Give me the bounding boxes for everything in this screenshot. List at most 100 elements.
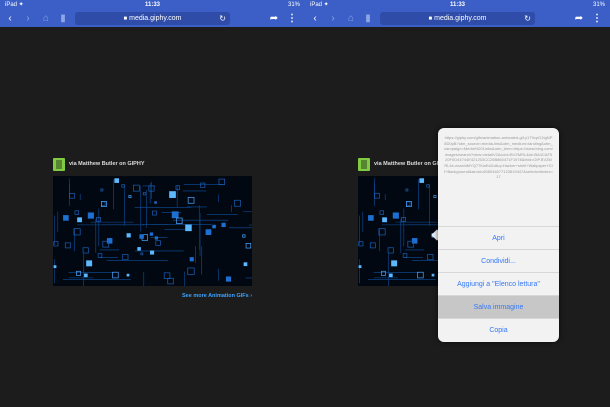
circuit-square: [402, 253, 408, 258]
circuit-square: [121, 184, 125, 188]
share-icon[interactable]: ➦: [573, 12, 585, 25]
circuit-square: [368, 215, 374, 221]
circuit-square: [122, 254, 129, 261]
circuit-square: [167, 277, 174, 285]
circuit-square: [392, 212, 399, 219]
circuit-square: [154, 201, 157, 204]
animated-gif[interactable]: [53, 176, 252, 286]
circuit-square: [382, 217, 387, 223]
home-icon[interactable]: ⌂: [40, 12, 52, 25]
menu-item-copy[interactable]: Copia: [438, 318, 559, 341]
status-bar: iPad ✦ 11:33 31%: [0, 0, 305, 10]
menu-item-open[interactable]: Apri: [438, 226, 559, 249]
menu-item-save-image[interactable]: Salva immagine: [438, 295, 559, 318]
back-arrow-icon[interactable]: ‹: [4, 12, 16, 25]
circuit-square: [379, 210, 384, 215]
bookmark-icon[interactable]: ▮: [57, 12, 69, 25]
menu-item-reading-list[interactable]: Aggiungi a "Elenco lettura": [438, 272, 559, 295]
circuit-square: [218, 178, 225, 186]
circuit-square: [187, 197, 195, 204]
circuit-square: [200, 182, 206, 188]
popup-url-text: https://giphy.com/gifs/animation-animate…: [444, 135, 553, 180]
circuit-square: [369, 242, 376, 249]
circuit-square: [381, 270, 386, 276]
circuit-square: [374, 192, 380, 199]
circuit-square: [212, 224, 216, 229]
circuit-square: [163, 272, 171, 279]
circuit-square: [128, 195, 132, 199]
circuit-square: [389, 273, 393, 278]
browser-toolbar: ‹ › ⌂ ▮ ■ media.giphy.com ↻ ➦ ⋮: [305, 10, 610, 27]
reload-icon[interactable]: ↻: [524, 12, 531, 25]
circuit-square: [149, 232, 154, 236]
share-icon[interactable]: ➦: [268, 12, 280, 25]
left-screenshot: iPad ✦ 11:33 31% ‹ › ⌂ ▮ ■ media.giphy.co…: [0, 0, 305, 407]
circuit-square: [221, 222, 226, 228]
circuit-square: [64, 242, 71, 249]
circuit-square: [245, 242, 252, 249]
circuit-square: [187, 267, 195, 275]
circuit-square: [126, 233, 131, 238]
circuit-square: [140, 252, 144, 256]
circuit-square: [171, 211, 179, 219]
battery-percentage: 31%: [592, 2, 605, 8]
see-more-link[interactable]: See more Animation GIFs ›: [182, 293, 252, 299]
circuit-square: [100, 188, 104, 192]
address-bar[interactable]: ■ media.giphy.com ↻: [75, 12, 230, 25]
status-time: 11:33: [449, 2, 465, 8]
via-attribution[interactable]: via Matthew Butler on GIPHY: [69, 161, 144, 167]
home-icon[interactable]: ⌂: [345, 12, 357, 25]
circuit-square: [101, 201, 106, 206]
reload-icon[interactable]: ↻: [219, 12, 226, 25]
circuit-square: [155, 240, 161, 246]
browser-toolbar: ‹ › ⌂ ▮ ■ media.giphy.com ↻ ➦ ⋮: [0, 10, 305, 27]
address-bar[interactable]: ■ media.giphy.com ↻: [380, 12, 535, 25]
circuit-square: [225, 276, 232, 282]
circuit-square: [87, 212, 94, 219]
circuit-square: [84, 273, 88, 278]
giphy-logo: [53, 158, 65, 171]
right-screenshot: iPad ✦ 11:33 31% ‹ › ⌂ ▮ ■ media.giphy.co…: [305, 0, 610, 407]
circuit-square: [419, 178, 425, 183]
url-text: media.giphy.com: [434, 15, 487, 22]
forward-arrow-icon[interactable]: ›: [22, 12, 34, 25]
status-bar: iPad ✦ 11:33 31%: [305, 0, 610, 10]
circuit-square: [152, 210, 157, 216]
circuit-square: [426, 184, 430, 188]
circuit-square: [358, 265, 362, 269]
circuit-square: [142, 192, 146, 196]
circuit-square: [114, 178, 120, 183]
menu-item-share[interactable]: Condividi...: [438, 249, 559, 272]
lock-icon: ■: [123, 16, 128, 22]
status-time: 11:33: [144, 2, 160, 8]
circuit-square: [97, 253, 103, 258]
circuit-square: [150, 250, 155, 255]
circuit-square: [86, 260, 93, 267]
circuit-square: [417, 271, 424, 279]
circuit-square: [133, 184, 140, 192]
more-menu-icon[interactable]: ⋮: [286, 12, 298, 25]
circuit-square: [74, 210, 79, 215]
bookmark-icon[interactable]: ▮: [362, 12, 374, 25]
circuit-square: [106, 238, 113, 244]
circuit-square: [69, 192, 75, 199]
circuit-square: [189, 257, 194, 262]
circuit-square: [126, 273, 130, 277]
circuit-square: [82, 247, 89, 254]
circuit-square: [205, 229, 212, 235]
circuit-square: [242, 234, 246, 238]
circuit-square: [427, 254, 434, 261]
circuit-square: [391, 260, 398, 267]
circuit-square: [185, 224, 192, 232]
embed-header: via Matthew Butler on GIPHY: [53, 158, 253, 172]
more-menu-icon[interactable]: ⋮: [591, 12, 603, 25]
forward-arrow-icon[interactable]: ›: [327, 12, 339, 25]
circuit-square: [139, 234, 144, 239]
giphy-logo: [358, 158, 370, 171]
circuit-square: [431, 273, 435, 277]
back-arrow-icon[interactable]: ‹: [309, 12, 321, 25]
circuit-square: [137, 247, 141, 251]
lock-icon: ■: [428, 16, 433, 22]
circuit-square: [411, 238, 418, 244]
circuit-square: [77, 217, 82, 223]
